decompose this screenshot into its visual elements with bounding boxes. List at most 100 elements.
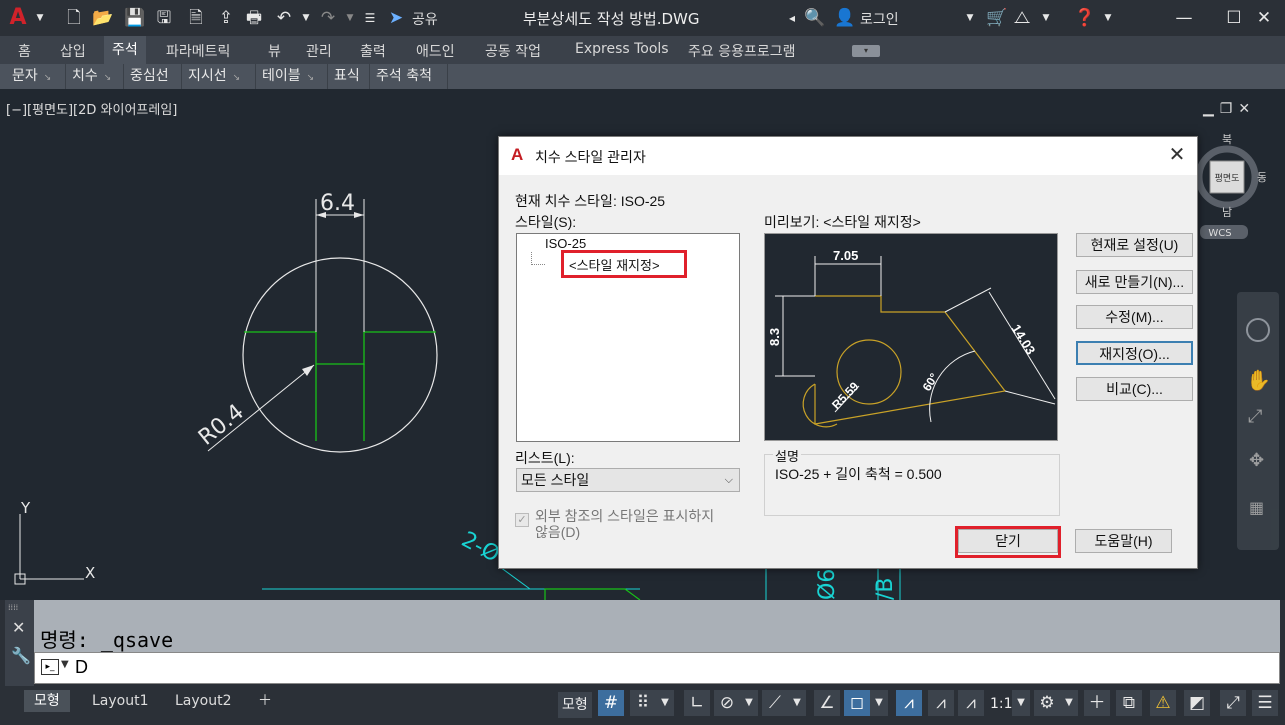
snap-chevron-icon[interactable]: ▼	[656, 690, 674, 716]
model-space-button[interactable]: 모형	[558, 692, 592, 718]
isolate-objects-icon[interactable]: ◩	[1184, 690, 1210, 716]
object-snap-icon[interactable]: ◻	[844, 690, 870, 716]
panel-launcher-icon[interactable]: ↘	[233, 73, 241, 83]
panel-markup[interactable]: 표식	[328, 64, 370, 89]
tab-insert[interactable]: 삽입	[60, 41, 86, 61]
open-folder-icon[interactable]: 📂	[92, 8, 113, 28]
recent-commands-chevron-icon[interactable]: ▼	[61, 659, 69, 670]
annotation-scale-value[interactable]: 1:1	[990, 696, 1013, 712]
save-icon[interactable]: 💾	[124, 8, 145, 28]
minimize-icon[interactable]: —	[1174, 8, 1194, 28]
help-chevron-icon[interactable]: ▼	[1098, 8, 1118, 28]
help-icon[interactable]: ❓	[1074, 8, 1095, 28]
save-as-icon[interactable]: 🖫	[154, 8, 174, 28]
tab-collaborate[interactable]: 공동 작업	[485, 41, 541, 61]
share-label[interactable]: 공유	[412, 9, 438, 29]
a360-icon[interactable]: ⧍	[1012, 8, 1032, 28]
steering-wheel-icon[interactable]	[1246, 318, 1270, 342]
panel-launcher-icon[interactable]: ↘	[44, 73, 52, 83]
qat-customize-icon[interactable]: ☰	[360, 8, 380, 28]
panel-tables[interactable]: 테이블 ↘	[256, 64, 328, 89]
panel-text[interactable]: 문자 ↘	[6, 64, 66, 89]
add-layout-icon[interactable]: ＋	[248, 690, 282, 712]
viewcube-south[interactable]: 남	[1222, 206, 1232, 219]
panel-annotation-scaling[interactable]: 주석 축척	[370, 64, 448, 89]
command-prompt-icon[interactable]: ▸_	[41, 659, 59, 675]
save-web-icon[interactable]: ⇪	[216, 8, 236, 28]
tab-model[interactable]: 모형	[24, 690, 70, 712]
viewcube-north[interactable]: 북	[1222, 133, 1232, 146]
tab-manage[interactable]: 관리	[306, 41, 332, 61]
plot-icon[interactable]: 🖶	[244, 8, 264, 28]
quick-properties-icon[interactable]: ⚠	[1150, 690, 1176, 716]
dialog-titlebar[interactable]: A 치수 스타일 관리자 ✕	[499, 137, 1197, 175]
workspace-gear-icon[interactable]: ⚙	[1034, 690, 1060, 716]
cart-icon[interactable]: 🛒	[986, 8, 1007, 28]
compare-button[interactable]: 비교(C)...	[1076, 377, 1193, 401]
autocad-logo-icon[interactable]: A	[8, 7, 28, 29]
tab-parametric[interactable]: 파라메트릭	[166, 41, 230, 61]
grid-icon[interactable]: #	[598, 690, 624, 716]
annotation-visibility-icon[interactable]: ⩘	[896, 690, 922, 716]
workspace-chevron-icon[interactable]: ▼	[1060, 690, 1078, 716]
customize-wrench-icon[interactable]: 🔧	[11, 646, 31, 665]
undo-chevron-icon[interactable]: ▼	[296, 8, 316, 28]
annotation-scale-icon[interactable]: ⩘	[958, 690, 984, 716]
style-item-iso25[interactable]: ISO-25	[545, 236, 586, 251]
ortho-icon[interactable]: ∟	[684, 690, 710, 716]
polar-icon[interactable]: ⊘	[714, 690, 740, 716]
a360-chevron-icon[interactable]: ▼	[1036, 8, 1056, 28]
command-close-icon[interactable]: ✕	[12, 618, 25, 637]
zoom-extents-icon[interactable]: ⤢	[1248, 406, 1262, 427]
list-filter-select[interactable]: 모든 스타일 ⌵	[516, 468, 740, 492]
login-label[interactable]: 로그인	[860, 9, 899, 29]
isodraft-chevron-icon[interactable]: ▼	[788, 690, 806, 716]
xref-styles-checkbox[interactable]: ✓	[515, 513, 529, 527]
object-snap-chevron-icon[interactable]: ▼	[870, 690, 888, 716]
open-web-icon[interactable]: 🗎	[186, 8, 206, 28]
tab-express-tools[interactable]: Express Tools	[575, 41, 669, 57]
auto-scale-icon[interactable]: ⩘	[928, 690, 954, 716]
search-chevron-icon[interactable]: ◂	[782, 8, 802, 28]
tab-view[interactable]: 뷰	[268, 41, 281, 61]
scale-chevron-icon[interactable]: ▼	[1012, 690, 1030, 716]
help-button[interactable]: 도움말(H)	[1075, 529, 1172, 553]
clean-screen-icon[interactable]: ⤢	[1220, 690, 1246, 716]
customization-icon[interactable]: ☰	[1252, 690, 1278, 716]
annotation-monitor-icon[interactable]: ＋	[1084, 690, 1110, 716]
close-icon[interactable]: ✕	[1254, 8, 1274, 28]
pan-icon[interactable]: ✋	[1246, 368, 1271, 392]
units-icon[interactable]: ⧉	[1116, 690, 1142, 716]
search-icon[interactable]: 🔍	[804, 8, 825, 28]
showmotion-icon[interactable]: ▦	[1249, 498, 1264, 517]
command-input-line[interactable]: ▸_ ▼	[34, 652, 1280, 684]
polar-chevron-icon[interactable]: ▼	[740, 690, 758, 716]
viewcube[interactable]: 평면도 북 남 동 WCS	[1192, 129, 1267, 239]
object-snap-tracking-icon[interactable]: ∠	[814, 690, 840, 716]
grip-icon[interactable]: ⁞⁞⁞⁞	[8, 603, 18, 612]
panel-centerlines[interactable]: 중심선	[124, 64, 182, 89]
panel-dimensions[interactable]: 치수 ↘	[66, 64, 124, 89]
tab-home[interactable]: 홈	[18, 41, 31, 61]
tab-layout2[interactable]: Layout2	[165, 690, 242, 712]
dialog-close-icon[interactable]: ✕	[1165, 143, 1189, 167]
maximize-icon[interactable]: ☐	[1224, 8, 1244, 28]
set-current-button[interactable]: 현재로 설정(U)	[1076, 233, 1193, 257]
panel-launcher-icon[interactable]: ↘	[104, 73, 112, 83]
tab-annotate[interactable]: 주석	[104, 36, 146, 64]
tab-layout1[interactable]: Layout1	[82, 690, 159, 712]
ribbon-toggle-icon[interactable]: ▾	[852, 45, 880, 57]
redo-icon[interactable]: ↷	[318, 8, 338, 28]
share-icon[interactable]: ➤	[386, 8, 406, 28]
panel-leaders[interactable]: 지시선 ↘	[182, 64, 256, 89]
tab-addins[interactable]: 애드인	[416, 41, 455, 61]
snap-icon[interactable]: ⠿	[630, 690, 656, 716]
redo-chevron-icon[interactable]: ▼	[340, 8, 360, 28]
app-menu-chevron-icon[interactable]: ▼	[30, 8, 50, 28]
new-file-icon[interactable]: 🗋	[64, 8, 84, 28]
tab-featured-apps[interactable]: 주요 응용프로그램	[688, 41, 796, 61]
user-icon[interactable]: 👤	[834, 8, 855, 28]
tab-output[interactable]: 출력	[360, 41, 386, 61]
override-button[interactable]: 재지정(O)...	[1076, 341, 1193, 365]
panel-launcher-icon[interactable]: ↘	[307, 73, 315, 83]
